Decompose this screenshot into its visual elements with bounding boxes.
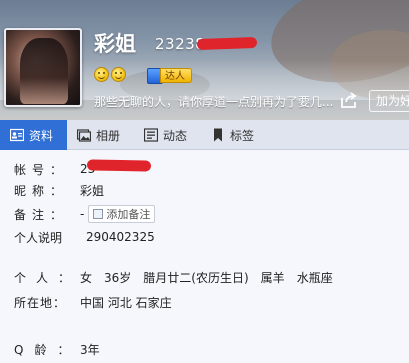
location-label: 所在地：	[14, 295, 67, 310]
share-icon[interactable]	[340, 91, 358, 109]
location-value: 中国 河北 石家庄	[80, 295, 172, 310]
nickname-label: 昵称：	[14, 183, 69, 198]
qq-age-row: Q龄： 3年	[14, 340, 100, 358]
account-row: 帐号： 23	[14, 160, 95, 178]
qq-age-value: 3年	[80, 342, 100, 357]
birthday-value: 腊月廿二(农历生日)	[143, 270, 249, 285]
expert-badge[interactable]: 达人	[147, 67, 192, 84]
account-label: 帐号：	[14, 162, 69, 177]
bookmark-icon	[214, 128, 223, 142]
gender-value: 女	[80, 270, 93, 285]
feed-icon	[144, 128, 159, 142]
redaction-mark	[86, 159, 152, 172]
zodiac-value: 属羊	[260, 270, 285, 285]
smiley-icon[interactable]	[94, 67, 109, 82]
add-remark-button[interactable]: 添加备注	[88, 205, 156, 223]
personal-desc-row: 个人说明 290402325	[14, 228, 155, 246]
signature-text: 那些无聊的人，请你厚道一点别再为了要几...	[94, 95, 334, 109]
redaction-mark	[196, 36, 258, 51]
remark-value: -	[80, 207, 85, 221]
location-row: 所在地： 中国 河北 石家庄	[14, 293, 172, 311]
add-remark-label: 添加备注	[106, 208, 151, 221]
personal-row: 个人： 女 36岁 腊月廿二(农历生日) 属羊 水瓶座	[14, 268, 333, 286]
remark-label: 备注：	[14, 207, 69, 222]
personal-label: 个人：	[14, 270, 81, 285]
tab-label: 相册	[96, 128, 121, 143]
badge-label: 达人	[160, 68, 192, 83]
constellation-value: 水瓶座	[296, 270, 333, 285]
tab-album[interactable]: 相册	[67, 120, 134, 150]
tab-feed[interactable]: 动态	[134, 120, 201, 150]
add-friend-button[interactable]: 加为好友	[369, 90, 409, 112]
smiley-icon[interactable]	[111, 67, 126, 82]
qq-age-label: Q龄：	[14, 342, 81, 357]
tab-label: 标签	[230, 128, 255, 143]
tab-profile[interactable]: 资料	[0, 120, 68, 150]
photo-album-icon	[77, 129, 92, 142]
personal-desc-label: 个人说明	[14, 230, 63, 245]
nickname-value: 彩姐	[80, 183, 105, 198]
tab-label: 资料	[29, 128, 54, 143]
remark-row: 备注： - 添加备注	[14, 205, 156, 223]
profile-header: 彩姐 23238 达人 那些无聊的人，请你厚道一点别再为了要几... 加为好友	[0, 0, 409, 120]
profile-tabs: 资料 相册 动态 标签	[0, 120, 409, 150]
age-value: 36岁	[104, 270, 132, 285]
edit-icon	[93, 209, 104, 219]
profile-nickname: 彩姐	[94, 32, 136, 56]
nickname-row: 昵称： 彩姐	[14, 181, 104, 199]
profile-card-icon	[10, 128, 24, 142]
avatar[interactable]	[4, 28, 82, 107]
tab-tags[interactable]: 标签	[201, 120, 268, 150]
personal-desc-value: 290402325	[86, 230, 155, 244]
tab-label: 动态	[163, 128, 188, 143]
